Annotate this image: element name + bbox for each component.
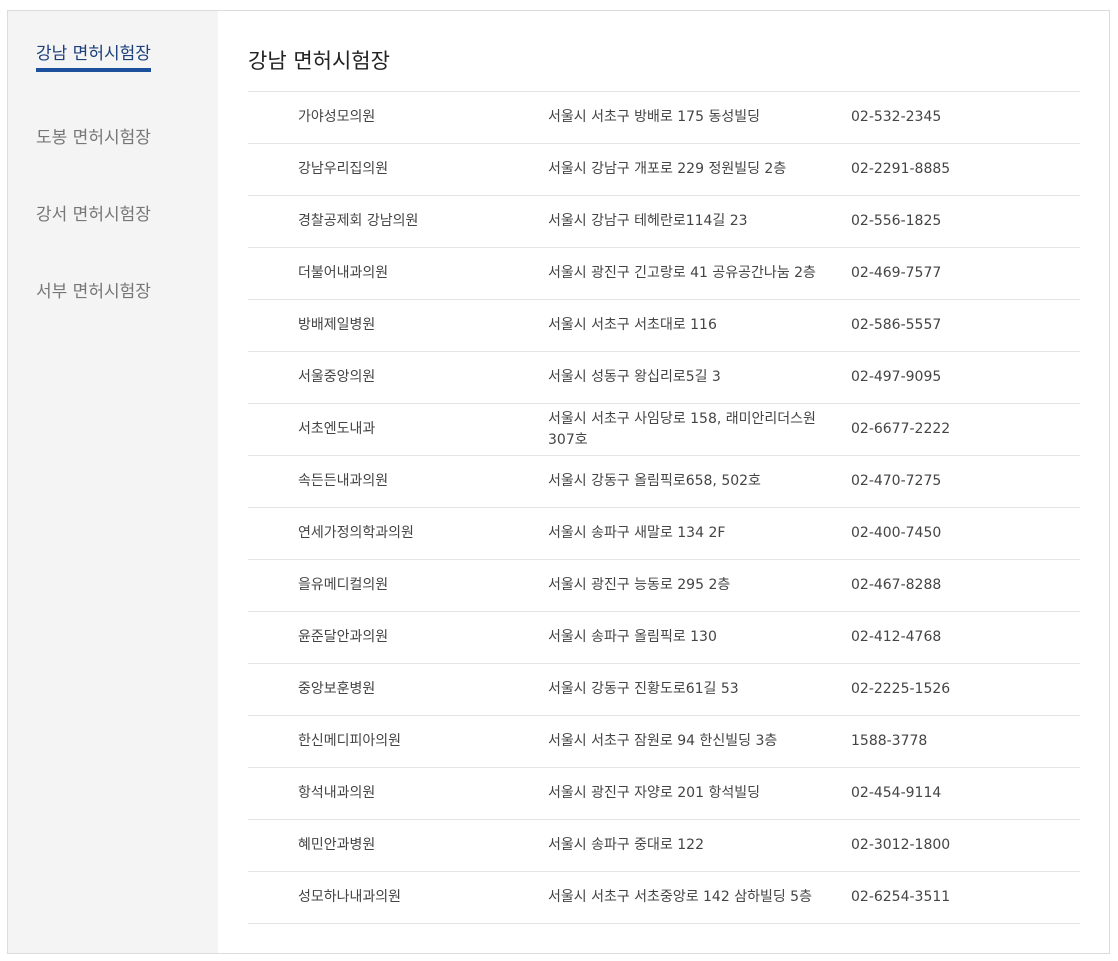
clinic-phone: 02-497-9095 [851,369,942,385]
clinic-name: 서울중앙의원 [298,369,376,385]
table-row: 경찰공제회 강남의원 서울시 강남구 테헤란로114길 23 02-556-1825 [248,196,1080,248]
clinic-name: 방배제일병원 [298,317,376,333]
clinic-name: 가야성모의원 [298,109,376,125]
table-row: 더불어내과의원 서울시 광진구 긴고랑로 41 공유공간나눔 2층 02-469-7… [248,248,1080,300]
clinic-name: 을유메디컬의원 [298,577,389,593]
clinic-phone: 02-400-7450 [851,525,942,541]
clinic-name: 경찰공제회 강남의원 [298,213,419,229]
clinic-phone: 02-2291-8885 [851,161,951,177]
clinic-phone: 02-556-1825 [851,213,942,229]
clinic-phone: 1588-3778 [851,733,928,749]
clinic-phone: 02-470-7275 [851,473,942,489]
clinic-name: 한신메디피아의원 [298,733,402,749]
table-row: 방배제일병원 서울시 서초구 서초대로 116 02-586-5557 [248,300,1080,352]
clinic-address: 서울시 강동구 진황도로61길 53 [548,681,739,697]
table-row: 항석내과의원 서울시 광진구 자양로 201 항석빌딩 02-454-9114 [248,768,1080,820]
clinic-name: 더불어내과의원 [298,265,389,281]
clinic-address: 서울시 광진구 능동로 295 2층 [548,577,731,593]
table-row: 서초엔도내과 서울시 서초구 사임당로 158, 래미안리더스원 307호 02-6… [248,404,1080,456]
clinic-address: 서울시 강남구 개포로 229 정원빌딩 2층 [548,161,787,177]
sidebar-item-gangseo[interactable]: 강서 면허시험장 [36,200,151,225]
clinic-address: 서울시 서초구 서초중앙로 142 삼하빌딩 5층 [548,889,812,905]
clinic-phone: 02-2225-1526 [851,681,951,697]
clinic-address: 서울시 송파구 올림픽로 130 [548,629,717,645]
clinic-phone: 02-532-2345 [851,109,942,125]
clinic-address: 서울시 서초구 잠원로 94 한신빌딩 3층 [548,733,778,749]
table-row: 윤준달안과의원 서울시 송파구 올림픽로 130 02-412-4768 [248,612,1080,664]
clinic-phone: 02-467-8288 [851,577,942,593]
table-row: 가야성모의원 서울시 서초구 방배로 175 동성빌딩 02-532-2345 [248,92,1080,144]
sidebar: 강남 면허시험장 도봉 면허시험장 강서 면허시험장 서부 면허시험장 [8,11,218,953]
clinic-address: 서울시 송파구 중대로 122 [548,837,704,853]
clinic-address: 서울시 강동구 올림픽로658, 502호 [548,473,761,489]
clinic-phone: 02-6254-3511 [851,889,951,905]
table-row: 한신메디피아의원 서울시 서초구 잠원로 94 한신빌딩 3층 1588-3778 [248,716,1080,768]
page-title: 강남 면허시험장 [248,49,390,73]
clinic-name: 혜민안과병원 [298,837,376,853]
sidebar-item-seobu[interactable]: 서부 면허시험장 [36,277,151,302]
clinic-address: 서울시 광진구 자양로 201 항석빌딩 [548,785,760,801]
table-row: 속든든내과의원 서울시 강동구 올림픽로658, 502호 02-470-7275 [248,456,1080,508]
clinic-address: 서울시 광진구 긴고랑로 41 공유공간나눔 2층 [548,265,816,281]
table-row: 서울중앙의원 서울시 성동구 왕십리로5길 3 02-497-9095 [248,352,1080,404]
sidebar-item-gangnam[interactable]: 강남 면허시험장 [36,39,151,72]
clinic-phone: 02-469-7577 [851,265,942,281]
clinic-phone: 02-454-9114 [851,785,942,801]
table-row: 강남우리집의원 서울시 강남구 개포로 229 정원빌딩 2층 02-2291-88… [248,144,1080,196]
content-frame: 강남 면허시험장 도봉 면허시험장 강서 면허시험장 서부 면허시험장 강남 면… [7,10,1110,954]
clinic-phone: 02-586-5557 [851,317,942,333]
clinic-address: 서울시 서초구 방배로 175 동성빌딩 [548,109,760,125]
clinic-address: 서울시 송파구 새말로 134 2F [548,525,726,541]
clinic-name: 성모하나내과의원 [298,889,402,905]
clinic-name: 서초엔도내과 [298,421,376,437]
clinic-address: 서울시 강남구 테헤란로114길 23 [548,213,748,229]
clinic-name: 항석내과의원 [298,785,376,801]
sidebar-item-dobong[interactable]: 도봉 면허시험장 [36,123,151,148]
clinic-name: 중앙보훈병원 [298,681,376,697]
clinic-address: 서울시 서초구 사임당로 158, 래미안리더스원 307호 [548,410,816,448]
table-row: 성모하나내과의원 서울시 서초구 서초중앙로 142 삼하빌딩 5층 02-6254… [248,872,1080,924]
clinic-name: 윤준달안과의원 [298,629,389,645]
table-row: 연세가정의학과의원 서울시 송파구 새말로 134 2F 02-400-7450 [248,508,1080,560]
clinic-phone: 02-3012-1800 [851,837,951,853]
clinic-name: 강남우리집의원 [298,161,389,177]
clinic-address: 서울시 서초구 서초대로 116 [548,317,717,333]
table-row: 을유메디컬의원 서울시 광진구 능동로 295 2층 02-467-8288 [248,560,1080,612]
clinic-phone: 02-6677-2222 [851,421,951,437]
clinic-name: 연세가정의학과의원 [298,525,414,541]
clinic-name: 속든든내과의원 [298,473,389,489]
table-row: 혜민안과병원 서울시 송파구 중대로 122 02-3012-1800 [248,820,1080,872]
table-row: 중앙보훈병원 서울시 강동구 진황도로61길 53 02-2225-1526 [248,664,1080,716]
clinic-address: 서울시 성동구 왕십리로5길 3 [548,369,721,385]
clinic-table: 가야성모의원 서울시 서초구 방배로 175 동성빌딩 02-532-2345 강남우… [248,91,1080,924]
clinic-phone: 02-412-4768 [851,629,942,645]
